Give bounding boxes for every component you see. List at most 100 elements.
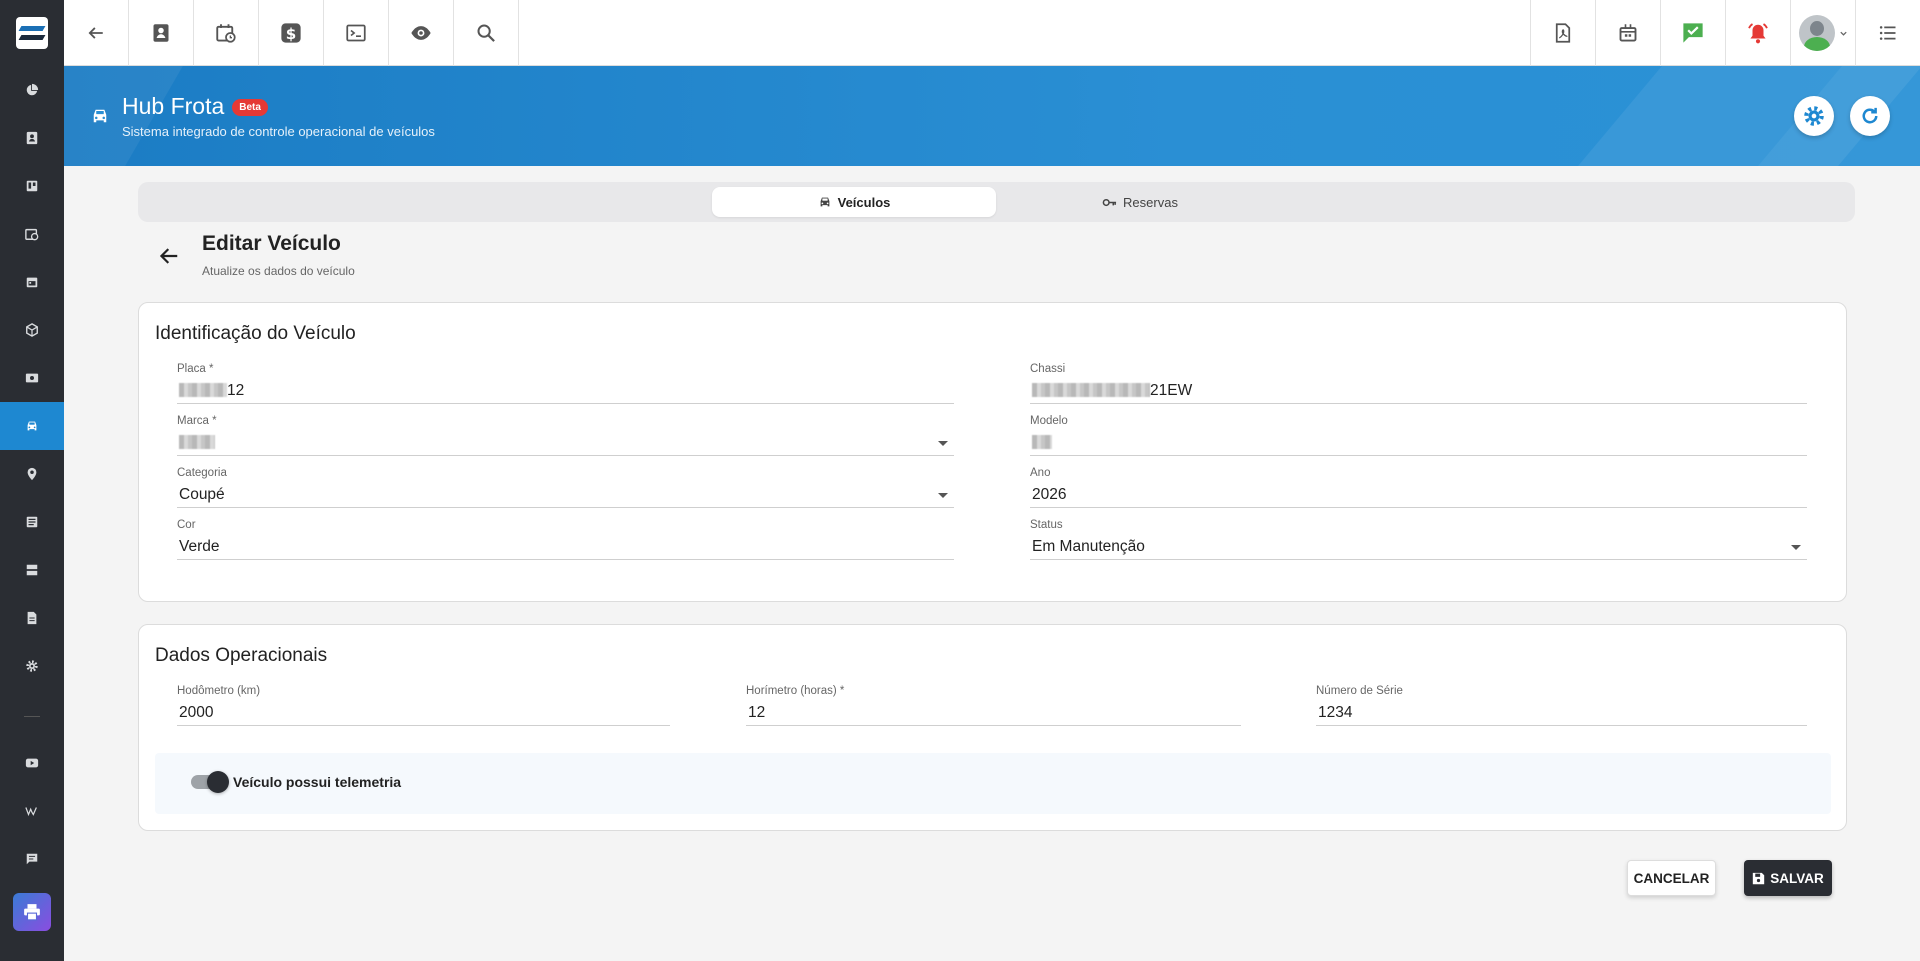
- field-label: Marca *: [177, 415, 217, 427]
- sidebar-item-fleet[interactable]: [0, 402, 64, 450]
- sidebar-item-dashboard[interactable]: [0, 66, 64, 114]
- sidebar-item-documents[interactable]: [0, 498, 64, 546]
- placa-field: Placa * 12: [177, 363, 954, 404]
- sidebar-item-servers[interactable]: [0, 546, 64, 594]
- gear-icon: [26, 660, 38, 672]
- app-logo[interactable]: [0, 0, 64, 66]
- redacted-text: [1032, 383, 1150, 397]
- sidebar-item-contacts[interactable]: [0, 114, 64, 162]
- save-label: SALVAR: [1770, 870, 1824, 886]
- sidebar-item-board[interactable]: [0, 162, 64, 210]
- section-title: Identificação do Veículo: [155, 323, 356, 344]
- chassi-input[interactable]: 21EW: [1030, 382, 1807, 404]
- telemetry-toggle[interactable]: [191, 771, 229, 793]
- numero-serie-field: Número de Série 1234: [1316, 685, 1807, 726]
- cor-input[interactable]: Verde: [177, 538, 954, 560]
- save-button[interactable]: SALVAR: [1744, 860, 1832, 896]
- field-label: Número de Série: [1316, 685, 1403, 697]
- settings-button[interactable]: [1794, 96, 1834, 136]
- page-back-button[interactable]: [158, 245, 180, 272]
- terminal-button[interactable]: [324, 0, 389, 66]
- refresh-button[interactable]: [1850, 96, 1890, 136]
- gear-icon: [1804, 106, 1824, 126]
- sidebar-item-calendar[interactable]: [0, 258, 64, 306]
- beta-badge: Beta: [232, 99, 268, 116]
- top-toolbar: $: [64, 0, 1920, 66]
- status-select[interactable]: Em Manutenção: [1030, 538, 1807, 560]
- list-menu-icon: [1879, 26, 1896, 40]
- sidebar-item-locations[interactable]: [0, 450, 64, 498]
- search-button[interactable]: [454, 0, 519, 66]
- chat-check-icon: [1683, 23, 1703, 43]
- alarm-bell-icon: [1748, 23, 1768, 44]
- field-label: Modelo: [1030, 415, 1068, 427]
- cor-field: Cor Verde: [177, 519, 954, 560]
- tab-label: Veículos: [837, 194, 891, 210]
- finance-button[interactable]: $: [259, 0, 324, 66]
- sidebar-item-settings[interactable]: [0, 642, 64, 690]
- dollar-icon: $: [281, 23, 301, 43]
- dropdown-caret-icon: [1791, 545, 1801, 550]
- schedule-button[interactable]: [194, 0, 259, 66]
- contacts-button[interactable]: [129, 0, 194, 66]
- sidebar-item-videos[interactable]: [0, 739, 64, 787]
- numero-serie-input[interactable]: 1234: [1316, 704, 1807, 726]
- field-value: 1234: [1318, 704, 1353, 721]
- user-menu-button[interactable]: [1790, 0, 1855, 66]
- tab-veiculos[interactable]: Veículos: [712, 187, 996, 217]
- eye-icon: [411, 26, 431, 40]
- ano-input[interactable]: 2026: [1030, 486, 1807, 508]
- sidebar-item-files[interactable]: [0, 594, 64, 642]
- toolbar-right-group: [1530, 0, 1920, 66]
- car-icon: [820, 197, 829, 207]
- cancel-button[interactable]: CANCELAR: [1627, 860, 1716, 896]
- pdf-button[interactable]: [1530, 0, 1595, 66]
- categoria-select[interactable]: Coupé: [177, 486, 954, 508]
- modelo-field: Modelo: [1030, 415, 1807, 456]
- youtube-icon: [25, 758, 39, 768]
- logo-icon: [16, 17, 48, 49]
- sidebar-item-finance[interactable]: [0, 354, 64, 402]
- menu-button[interactable]: [1855, 0, 1920, 66]
- telemetry-label: Veículo possui telemetria: [233, 774, 402, 790]
- package-icon: [26, 323, 38, 337]
- field-label: Status: [1030, 519, 1063, 531]
- tasks-chat-button[interactable]: [1660, 0, 1725, 66]
- field-value: Verde: [179, 538, 220, 555]
- section-title: Dados Operacionais: [155, 645, 328, 666]
- categoria-field: Categoria Coupé: [177, 467, 954, 508]
- search-icon: [477, 24, 495, 42]
- status-field: Status Em Manutenção: [1030, 519, 1807, 560]
- back-button[interactable]: [64, 0, 129, 66]
- vehicle-identification-card: Identificação do Veículo Placa * 12 Chas…: [138, 302, 1847, 602]
- tab-reservas[interactable]: Reservas: [998, 187, 1282, 217]
- view-button[interactable]: [389, 0, 454, 66]
- hodometro-input[interactable]: 2000: [177, 704, 670, 726]
- sidebar-item-wiki[interactable]: [0, 787, 64, 835]
- wiki-icon: [25, 807, 37, 817]
- marca-select[interactable]: [177, 434, 954, 456]
- field-label: Horímetro (horas) *: [746, 685, 845, 697]
- placa-input[interactable]: 12: [177, 382, 954, 404]
- modelo-input[interactable]: [1030, 434, 1807, 456]
- refresh-icon: [1862, 107, 1878, 124]
- sidebar-item-schedule[interactable]: [0, 210, 64, 258]
- document-list-icon: [26, 516, 38, 528]
- hodometro-field: Hodômetro (km) 2000: [177, 685, 670, 726]
- server-icon: [26, 564, 38, 576]
- page-title: Editar Veículo: [202, 232, 341, 255]
- file-icon: [27, 611, 37, 625]
- sidebar-item-packages[interactable]: [0, 306, 64, 354]
- sidebar-item-printer[interactable]: [13, 893, 51, 931]
- marca-field: Marca *: [177, 415, 954, 456]
- key-icon: [1102, 198, 1117, 206]
- alarms-button[interactable]: [1725, 0, 1790, 66]
- calendar-building-button[interactable]: [1595, 0, 1660, 66]
- sidebar-item-chat[interactable]: [0, 835, 64, 883]
- money-icon: [25, 373, 39, 383]
- horimetro-field: Horímetro (horas) * 12: [746, 685, 1241, 726]
- horimetro-input[interactable]: 12: [746, 704, 1241, 726]
- contact-card-icon: [153, 24, 169, 42]
- toggle-knob: [207, 771, 229, 793]
- chart-pie-icon: [26, 83, 39, 96]
